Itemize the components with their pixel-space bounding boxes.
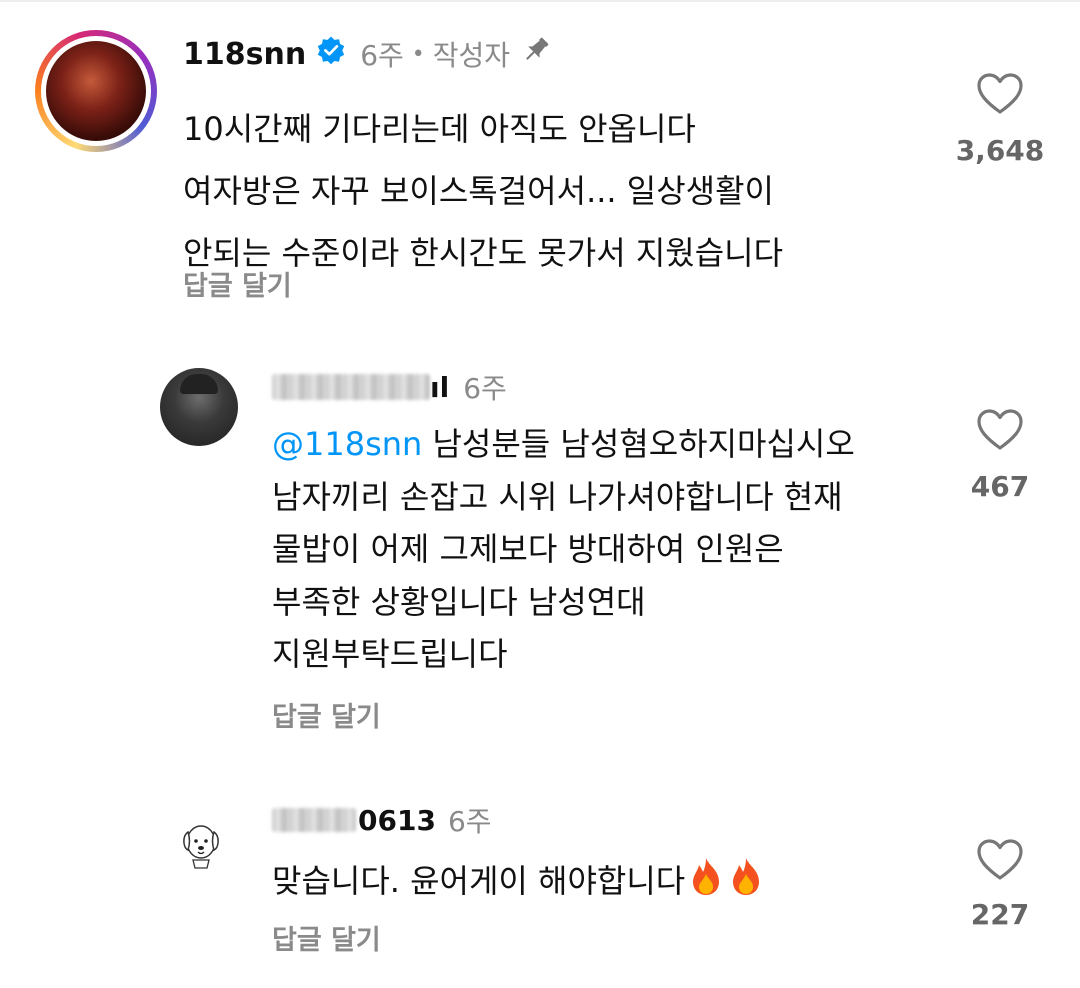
heart-outline-icon[interactable]: [976, 838, 1024, 886]
fire-emoji-icon: [687, 856, 725, 911]
separator-dot: •: [411, 41, 425, 67]
reply-button[interactable]: 답글 달기: [272, 918, 381, 957]
comment-line: 10시간째 기다리는데 아직도 안옵니다: [183, 110, 696, 148]
like-button[interactable]: 227: [955, 838, 1045, 931]
author-badge: 작성자: [432, 39, 511, 72]
comment-line: 여자방은 자꾸 보이스톡걸어서... 일상생활이: [183, 172, 774, 210]
avatar[interactable]: [160, 368, 238, 446]
reply-button[interactable]: 답글 달기: [272, 695, 381, 734]
comment-time: 6주: [447, 805, 492, 838]
verified-badge-icon: [316, 35, 346, 73]
username-visible-fragment[interactable]: 0613: [358, 804, 436, 837]
comment-body: @118snn 남성분들 남성혐오하지마십시오 남자끼리 손잡고 시위 나가셔야…: [272, 418, 855, 681]
comment-time: 6주: [360, 39, 404, 72]
like-count: 467: [970, 470, 1030, 503]
blurred-username: [272, 808, 356, 832]
comment-header: ıl 6주: [272, 365, 507, 409]
like-button[interactable]: 3,648: [952, 72, 1048, 167]
comment-body: 맞습니다. 윤어게이 해야합니다: [272, 855, 765, 911]
comment-line: 지원부탁드립니다: [272, 635, 508, 673]
like-count: 3,648: [955, 134, 1045, 167]
fire-emoji-icon: [727, 856, 765, 911]
mention-link[interactable]: @118snn: [272, 425, 422, 463]
comment-line: 맞습니다. 윤어게이 해야합니다: [272, 862, 686, 900]
reply-button[interactable]: 답글 달기: [183, 264, 292, 303]
comment-header: 118snn 6주 • 작성자: [183, 32, 552, 76]
like-count: 227: [970, 898, 1030, 931]
comment-header: 0613 6주: [272, 798, 492, 842]
comment-line: 물밥이 어제 그제보다 방대하여 인원은: [272, 530, 784, 568]
avatar: [46, 41, 146, 141]
comment-line: 남자끼리 손잡고 시위 나가셔야합니다 현재: [272, 477, 843, 516]
blurred-username: [272, 374, 430, 400]
like-button[interactable]: 467: [955, 408, 1045, 503]
avatar[interactable]: [178, 818, 224, 870]
heart-outline-icon[interactable]: [976, 408, 1024, 456]
comment-body: 10시간째 기다리는데 아직도 안옵니다 여자방은 자꾸 보이스톡걸어서... …: [183, 98, 783, 284]
username[interactable]: 118snn: [183, 37, 306, 72]
top-divider: [0, 0, 1080, 2]
avatar-story-ring[interactable]: [35, 30, 157, 152]
comment-time: 6주: [463, 372, 507, 405]
heart-outline-icon[interactable]: [976, 72, 1024, 120]
pin-icon: [520, 34, 552, 74]
comment-line: 부족한 상황입니다 남성연대: [272, 582, 646, 621]
username-visible-fragment[interactable]: ıl: [430, 371, 449, 404]
comment-line: 남성분들 남성혐오하지마십시오: [432, 425, 855, 463]
